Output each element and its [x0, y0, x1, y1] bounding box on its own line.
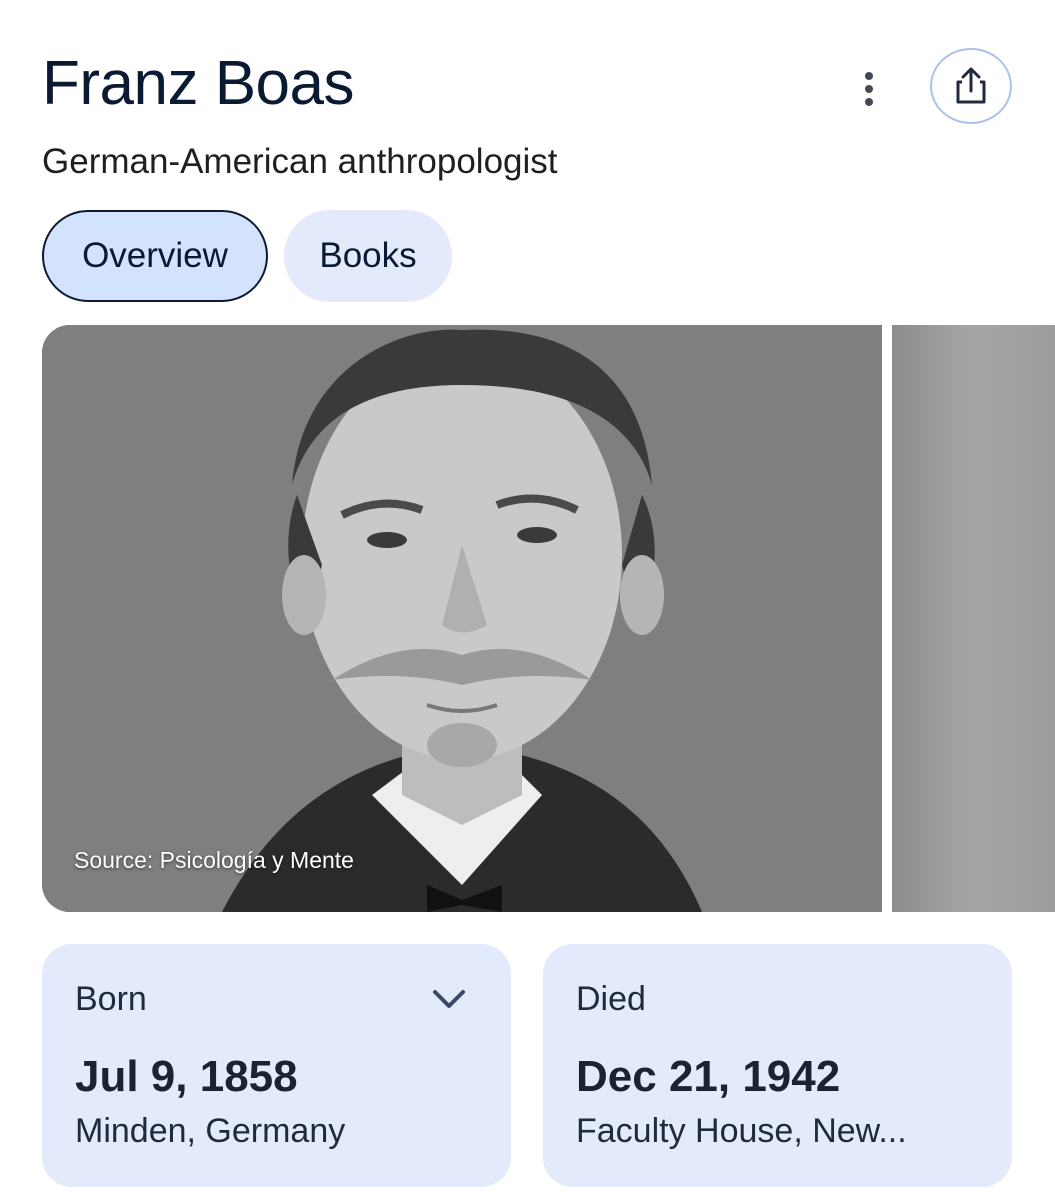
next-photo-preview[interactable] — [892, 325, 1055, 912]
knowledge-panel: Franz Boas German-American anthropologis… — [0, 0, 1055, 1200]
entity-subtitle: German-American anthropologist — [42, 142, 558, 181]
portrait-photo-illustration — [42, 325, 882, 912]
portrait-photo[interactable]: Source: Psicología y Mente — [42, 325, 882, 912]
more-vert-dot — [865, 85, 873, 93]
share-button[interactable] — [930, 48, 1012, 124]
born-card[interactable]: Born Jul 9, 1858 Minden, Germany — [42, 944, 511, 1187]
died-place: Faculty House, New... — [576, 1112, 907, 1150]
image-source-caption: Source: Psicología y Mente — [74, 847, 354, 873]
died-card[interactable]: Died Dec 21, 1942 Faculty House, New... — [543, 944, 1012, 1187]
died-date: Dec 21, 1942 — [576, 1052, 841, 1101]
page-title: Franz Boas — [42, 49, 355, 118]
image-gallery[interactable]: Source: Psicología y Mente — [42, 325, 1055, 912]
more-vert-icon — [865, 72, 873, 80]
tab-books[interactable]: Books — [284, 210, 452, 302]
died-label: Died — [576, 980, 646, 1018]
more-vert-dot — [865, 98, 873, 106]
tab-overview[interactable]: Overview — [42, 210, 268, 302]
chevron-down-icon[interactable] — [429, 984, 469, 1014]
born-label: Born — [75, 980, 147, 1018]
born-date: Jul 9, 1858 — [75, 1052, 298, 1101]
share-icon — [956, 67, 986, 104]
born-place: Minden, Germany — [75, 1112, 346, 1150]
more-options-button[interactable] — [846, 66, 892, 112]
